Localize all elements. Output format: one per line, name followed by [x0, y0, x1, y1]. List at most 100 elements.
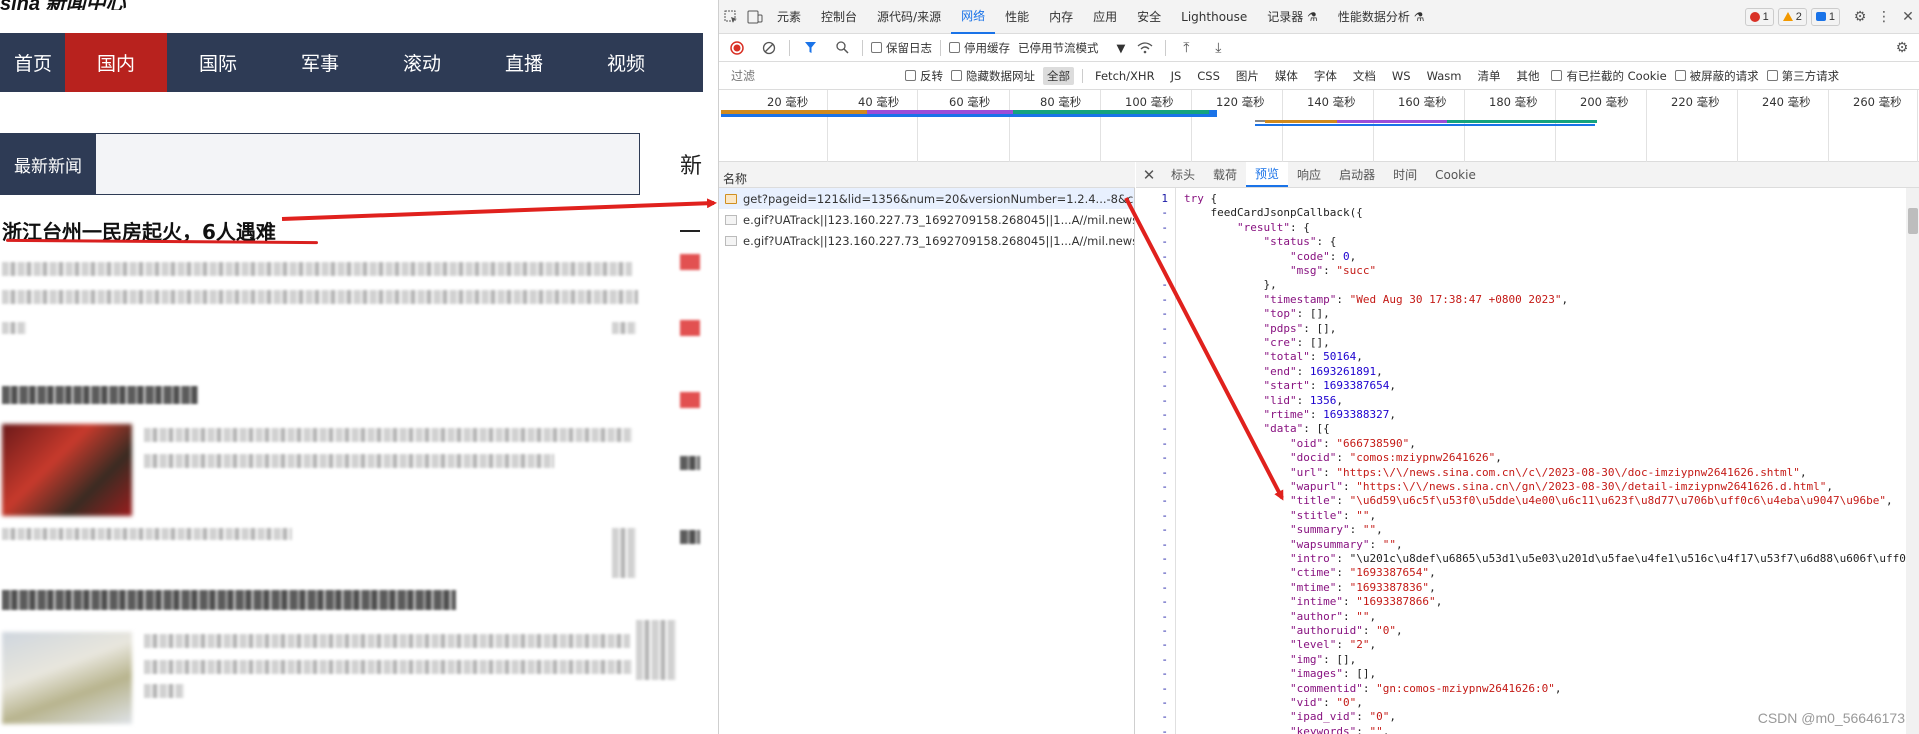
preserve-log-checkbox[interactable]: 保留日志 [871, 40, 932, 56]
tab-lighthouse[interactable]: Lighthouse [1171, 0, 1257, 34]
search-icon[interactable] [830, 36, 854, 60]
type-filter-ws[interactable]: WS [1388, 68, 1415, 84]
close-detail-icon[interactable]: ✕ [1136, 162, 1162, 187]
tab-application[interactable]: 应用 [1083, 0, 1127, 34]
side-item-marker [680, 392, 700, 408]
type-filter-other[interactable]: 其他 [1512, 67, 1543, 85]
code-text: "summary": "", [1289, 523, 1383, 537]
settings-gear-icon[interactable]: ⚙ [1848, 5, 1872, 29]
nav-item-video[interactable]: 视频 [575, 33, 677, 92]
close-devtools-icon[interactable]: ✕ [1896, 5, 1919, 29]
request-row[interactable]: e.gif?UATrack||123.160.227.73_1692709158… [719, 230, 1134, 251]
request-row[interactable]: get?pageid=121&lid=1356&num=20&versionNu… [719, 188, 1134, 209]
timeline-gridline [917, 90, 918, 162]
nav-item-live[interactable]: 直播 [473, 33, 575, 92]
export-har-icon[interactable]: ⤓ [1206, 36, 1230, 60]
message-count-badge[interactable]: 1 [1810, 7, 1840, 26]
tab-sources[interactable]: 源代码/来源 [867, 0, 951, 34]
tab-response[interactable]: 响应 [1288, 162, 1330, 187]
nav-item-home[interactable]: 首页 [0, 33, 65, 92]
third-party-checkbox[interactable]: 第三方请求 [1766, 68, 1839, 84]
tab-initiator[interactable]: 启动器 [1330, 162, 1384, 187]
timeline-tick-label: 180 毫秒 [1489, 95, 1538, 109]
code-text: "intro": "\u201c\u8def\u6865\u53d1\u5e03… [1289, 552, 1913, 565]
csdn-watermark: CSDN @m0_56646173 [1757, 710, 1905, 726]
network-conditions-icon[interactable] [1133, 36, 1157, 60]
filter-input[interactable] [727, 65, 897, 86]
hide-data-urls-checkbox[interactable]: 隐藏数据网址 [951, 68, 1035, 84]
code-text: "total": 50164, [1263, 350, 1363, 364]
tab-performance-insights[interactable]: 性能数据分析 ⚗ [1328, 0, 1435, 34]
tab-preview[interactable]: 预览 [1246, 162, 1289, 187]
type-filter-font[interactable]: 字体 [1310, 67, 1341, 85]
code-line: - "stitle": "", [1136, 509, 1919, 523]
code-line: - "pdps": [], [1136, 322, 1919, 336]
side-item-marker [680, 456, 700, 470]
throttling-select[interactable]: 已停用节流模式 ▼ [1018, 40, 1125, 56]
request-row[interactable]: e.gif?UATrack||123.160.227.73_1692709158… [719, 209, 1134, 230]
timeline-gridline [1646, 90, 1647, 162]
record-stop-icon[interactable] [725, 36, 749, 60]
invert-checkbox[interactable]: 反转 [905, 68, 943, 84]
tab-headers[interactable]: 标头 [1162, 162, 1204, 187]
tab-cookies[interactable]: Cookie [1426, 162, 1485, 187]
message-count: 1 [1828, 10, 1835, 23]
tab-console[interactable]: 控制台 [811, 0, 867, 34]
nav-item-domestic[interactable]: 国内 [65, 33, 167, 92]
inspect-element-icon[interactable] [719, 5, 743, 29]
code-text: "title": "\u6d59\u6c5f\u53f0\u5dde\u4e00… [1289, 494, 1893, 508]
request-list-header[interactable]: 名称 [719, 162, 1135, 188]
type-filter-fetch-xhr[interactable]: Fetch/XHR [1091, 68, 1159, 84]
type-filter-manifest[interactable]: 清单 [1473, 67, 1504, 85]
nav-item-rolling[interactable]: 滚动 [371, 33, 473, 92]
flask-icon: ⚗ [1307, 9, 1318, 24]
request-detail-tabs: ✕ 标头 载荷 预览 响应 启动器 时间 Cookie [1136, 162, 1919, 188]
line-number: - [1161, 436, 1168, 450]
type-filter-wasm[interactable]: Wasm [1423, 68, 1466, 84]
tab-network[interactable]: 网络 [951, 0, 996, 34]
filter-funnel-icon[interactable] [798, 36, 822, 60]
import-har-icon[interactable]: ⤒ [1174, 36, 1198, 60]
flask-icon: ⚗ [1413, 9, 1425, 24]
type-filter-js[interactable]: JS [1167, 68, 1186, 84]
code-line: - "docid": "comos:mziypnw2641626", [1136, 451, 1919, 465]
error-count-badge[interactable]: 1 [1744, 7, 1774, 26]
preview-scrollbar[interactable] [1906, 188, 1919, 734]
type-filter-media[interactable]: 媒体 [1271, 67, 1302, 85]
type-filter-doc[interactable]: 文档 [1349, 67, 1380, 85]
code-text: "code": 0, [1289, 249, 1357, 263]
news-thumbnail[interactable] [2, 424, 132, 516]
nav-item-military[interactable]: 军事 [269, 33, 371, 92]
type-filter-css[interactable]: CSS [1193, 68, 1224, 84]
line-number: - [1161, 393, 1168, 407]
tab-payload[interactable]: 载荷 [1204, 162, 1246, 187]
code-line: - "author": "", [1136, 610, 1919, 624]
tab-elements[interactable]: 元素 [767, 0, 811, 34]
disable-cache-checkbox[interactable]: 停用缓存 [949, 40, 1010, 56]
news-thumbnail[interactable] [2, 632, 132, 724]
tab-memory[interactable]: 内存 [1039, 0, 1083, 34]
tab-security[interactable]: 安全 [1127, 0, 1171, 34]
tab-recorder[interactable]: 记录器 ⚗ [1257, 0, 1328, 34]
type-filter-all[interactable]: 全部 [1043, 66, 1074, 85]
nav-item-international[interactable]: 国际 [167, 33, 269, 92]
code-text: "lid": 1356, [1263, 393, 1343, 407]
blocked-requests-checkbox[interactable]: 被屏蔽的请求 [1674, 68, 1759, 84]
network-settings-gear-icon[interactable]: ⚙ [1890, 36, 1914, 60]
network-overview-timeline[interactable]: 20 毫秒 40 毫秒 60 毫秒 80 毫秒 100 毫秒 120 毫秒 14… [719, 90, 1919, 162]
clear-icon[interactable] [757, 36, 781, 60]
response-preview[interactable]: 1 try {- feedCardJsonpCallback({- "result… [1136, 188, 1919, 734]
timeline-gridline [1373, 90, 1374, 162]
warning-count-badge[interactable]: 2 [1777, 7, 1807, 26]
tab-performance[interactable]: 性能 [995, 0, 1039, 34]
blocked-cookies-checkbox[interactable]: 有已拦截的 Cookie [1551, 68, 1667, 84]
timeline-tick-label: 160 毫秒 [1398, 95, 1447, 109]
tab-timing[interactable]: 时间 [1384, 162, 1426, 187]
more-options-icon[interactable]: ⋮ [1872, 5, 1896, 29]
timeline-tick-label: 40 毫秒 [858, 95, 900, 109]
sina-logo[interactable]: sina 新闻中心 [0, 0, 160, 10]
type-filter-img[interactable]: 图片 [1232, 67, 1263, 85]
latest-news-tab[interactable]: 最新新闻 [0, 133, 96, 195]
preview-scroll-thumb[interactable] [1908, 208, 1918, 234]
device-toolbar-icon[interactable] [743, 5, 767, 29]
